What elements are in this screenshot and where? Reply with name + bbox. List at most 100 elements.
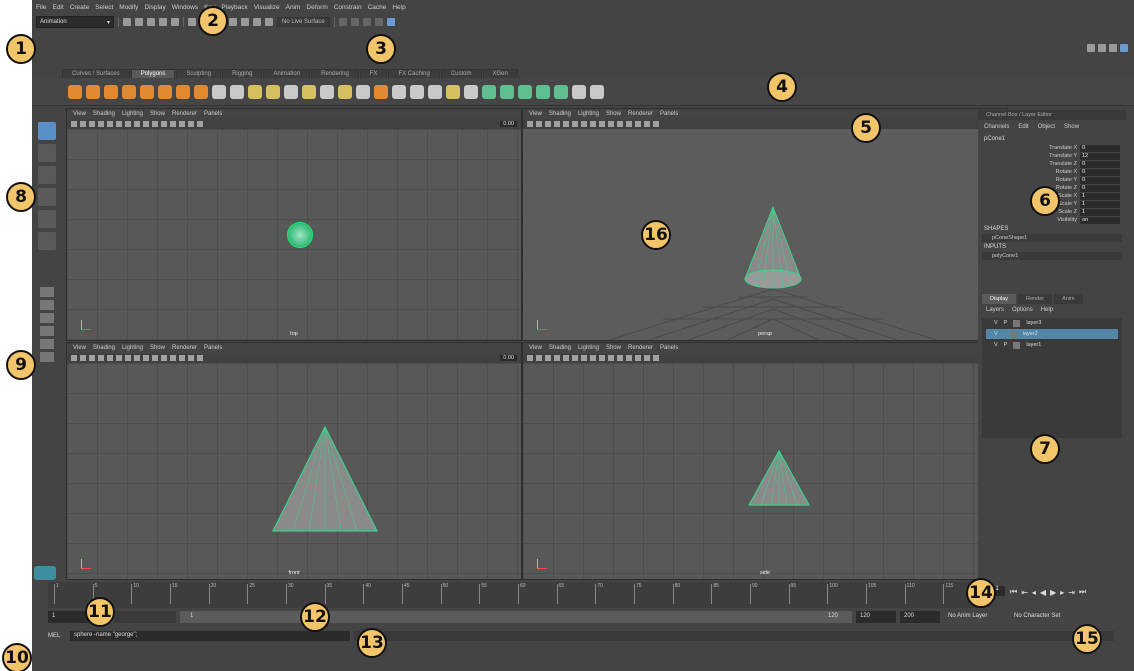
play-forward-icon[interactable]: ▶ [1050, 588, 1056, 597]
camera-icon[interactable] [527, 355, 533, 361]
redo-icon[interactable] [171, 18, 179, 26]
planar-uv-icon[interactable] [482, 84, 496, 99]
menu-file[interactable]: File [36, 4, 46, 11]
viewport-persp[interactable]: View Shading Lighting Show Renderer Pane… [522, 108, 1008, 341]
merge-icon[interactable] [410, 84, 424, 99]
smooth-icon[interactable] [266, 84, 280, 99]
shadows-icon[interactable] [152, 121, 158, 127]
attr-row[interactable]: Translate X0 [978, 144, 1126, 152]
poly-sphere-icon[interactable] [68, 84, 82, 99]
persp-outliner-layout-icon[interactable] [40, 313, 54, 323]
vp-menu-panels[interactable]: Panels [204, 111, 222, 117]
poly-cone-icon[interactable] [122, 84, 136, 99]
visibility-toggle[interactable]: V [994, 342, 998, 348]
menu-playback[interactable]: Playback [221, 4, 247, 11]
shelf-tab-polygons[interactable]: Polygons [130, 69, 176, 78]
combine-icon[interactable] [212, 84, 226, 99]
append-icon[interactable] [446, 84, 460, 99]
vp-menu-view[interactable]: View [73, 111, 86, 117]
snap-point-icon[interactable] [253, 18, 261, 26]
step-forward-key-icon[interactable]: ⇥ [1068, 588, 1075, 597]
shape-node[interactable]: pConeShape1 [982, 234, 1122, 242]
wireframe-icon[interactable] [116, 355, 122, 361]
wireframe-icon[interactable] [572, 355, 578, 361]
attr-value[interactable]: 0 [1080, 176, 1120, 184]
grid-icon[interactable] [563, 355, 569, 361]
live-surface-field[interactable]: No Live Surface [277, 17, 330, 27]
vp-menu-view[interactable]: View [529, 111, 542, 117]
attr-value[interactable]: 0 [1080, 144, 1120, 152]
range-slider[interactable]: 1 120 [180, 611, 852, 623]
poly-pyramid-icon[interactable] [176, 84, 190, 99]
paint-select-icon[interactable] [38, 166, 56, 184]
undo-icon[interactable] [159, 18, 167, 26]
menu-windows[interactable]: Windows [172, 4, 198, 11]
vp-menu-lighting[interactable]: Lighting [578, 345, 599, 351]
grid-icon[interactable] [563, 121, 569, 127]
layer-row[interactable]: V Player3 [986, 318, 1118, 328]
vp-menu-renderer[interactable]: Renderer [628, 345, 653, 351]
shelf-tab-fx[interactable]: FX [359, 69, 388, 78]
hypershade-layout-icon[interactable] [40, 352, 54, 362]
xray-icon[interactable] [170, 355, 176, 361]
vp-menu-show[interactable]: Show [150, 345, 165, 351]
cut-uv-icon[interactable] [554, 84, 568, 99]
script-language-toggle[interactable]: MEL [48, 633, 66, 639]
sphere-object[interactable] [287, 222, 313, 248]
object-name[interactable]: pCone1 [978, 134, 1126, 144]
layer-menu-options[interactable]: Options [1012, 307, 1033, 313]
cb-menu-show[interactable]: Show [1064, 124, 1079, 130]
ipr-render-icon[interactable] [362, 18, 371, 26]
vp-menu-shading[interactable]: Shading [549, 345, 571, 351]
go-to-start-icon[interactable]: ⏮ [1010, 587, 1017, 597]
exposure-icon[interactable] [653, 121, 659, 127]
extrude-icon[interactable] [320, 84, 334, 99]
viewport-front[interactable]: View Shading Lighting Show Renderer Pane… [66, 342, 522, 580]
shelf-tab-xgen[interactable]: XGen [482, 69, 518, 78]
shelf-tab-sculpting[interactable]: Sculpting [176, 69, 222, 78]
auto-uv-icon[interactable] [500, 84, 514, 99]
isolate-icon[interactable] [161, 355, 167, 361]
vp-menu-lighting[interactable]: Lighting [122, 345, 143, 351]
playback-toggle[interactable]: P [1004, 342, 1008, 348]
poly-torus-icon[interactable] [158, 84, 172, 99]
tab-anim[interactable]: Anim [1054, 294, 1083, 304]
step-forward-frame-icon[interactable]: ▸ [1060, 588, 1064, 597]
smooth-shade-icon[interactable] [125, 121, 131, 127]
lasso-tool-icon[interactable] [38, 144, 56, 162]
save-scene-icon[interactable] [147, 18, 155, 26]
attr-value[interactable]: 1 [1080, 208, 1120, 216]
resolution-gate-icon[interactable] [179, 121, 185, 127]
vp-menu-renderer[interactable]: Renderer [628, 111, 653, 117]
boolean-icon[interactable] [302, 84, 316, 99]
tab-display[interactable]: Display [982, 294, 1017, 304]
render-frame-icon[interactable] [350, 18, 359, 26]
snap-grid-icon[interactable] [229, 18, 237, 26]
film-gate-icon[interactable] [644, 355, 650, 361]
textured-icon[interactable] [134, 121, 140, 127]
menu-set-selector[interactable]: Animation ▾ [36, 16, 114, 28]
tab-render[interactable]: Render [1018, 294, 1053, 304]
hypershade-icon[interactable] [386, 18, 395, 26]
attr-row[interactable]: Translate Z0 [978, 160, 1126, 168]
attr-row[interactable]: Rotate X0 [978, 168, 1126, 176]
channel-box-icon[interactable] [1120, 44, 1128, 52]
menu-visualize[interactable]: Visualize [254, 4, 280, 11]
attr-value[interactable]: 0 [1080, 184, 1120, 192]
persp-graph-layout-icon[interactable] [40, 326, 54, 336]
vp-menu-shading[interactable]: Shading [93, 111, 115, 117]
menu-modify[interactable]: Modify [119, 4, 138, 11]
layer-menu-help[interactable]: Help [1041, 307, 1053, 313]
cone-front[interactable] [272, 425, 378, 532]
snap-plane-icon[interactable] [265, 18, 273, 26]
select-tool-icon[interactable] [38, 122, 56, 140]
resolution-gate-icon[interactable] [635, 355, 641, 361]
anim-end-field[interactable]: 200 [900, 611, 940, 623]
visibility-toggle[interactable]: V [994, 320, 998, 326]
menu-select[interactable]: Select [95, 4, 113, 11]
step-back-key-icon[interactable]: ⇤ [1021, 588, 1028, 597]
lock-camera-icon[interactable] [80, 355, 86, 361]
image-plane-icon[interactable] [554, 355, 560, 361]
grid-icon[interactable] [107, 121, 113, 127]
exposure-icon[interactable] [197, 355, 203, 361]
